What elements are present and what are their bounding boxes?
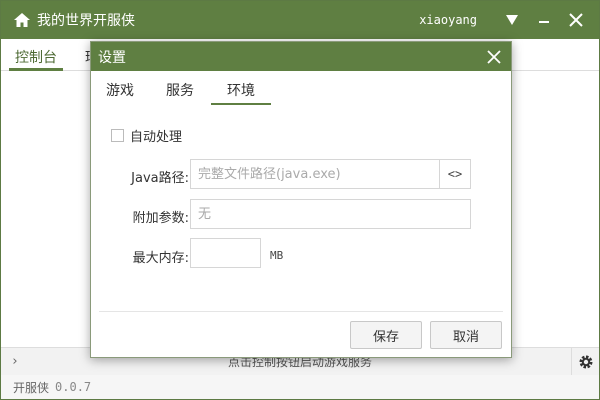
auto-process-label: 自动处理 bbox=[130, 130, 183, 145]
tab-game[interactable]: 游戏 bbox=[91, 71, 149, 105]
tab-console[interactable]: 控制台 bbox=[1, 39, 71, 71]
tab-service[interactable]: 服务 bbox=[149, 71, 211, 105]
close-icon[interactable] bbox=[483, 46, 505, 68]
max-memory-label: 最大内存: bbox=[132, 251, 189, 266]
titlebar-controls: xiaoyang bbox=[419, 1, 599, 39]
home-icon[interactable] bbox=[13, 11, 31, 29]
java-path-label: Java路径: bbox=[131, 171, 189, 186]
tab-environment[interactable]: 环境 bbox=[211, 71, 271, 105]
dialog-tabbar: 游戏 服务 环境 bbox=[91, 71, 511, 105]
save-button[interactable]: 保存 bbox=[350, 321, 422, 349]
settings-dialog: 设置 游戏 服务 环境 自动处理 Java路径: <> 附加参数: 最大内存: … bbox=[90, 41, 512, 358]
dialog-divider bbox=[99, 311, 503, 312]
cancel-button[interactable]: 取消 bbox=[430, 321, 502, 349]
version-label: 开服侠 bbox=[13, 380, 50, 395]
status-bar: 开服侠 0.0.7 bbox=[1, 375, 599, 399]
close-icon[interactable] bbox=[563, 7, 589, 33]
memory-unit-label: MB bbox=[270, 249, 284, 262]
auto-process-row: 自动处理 bbox=[111, 126, 182, 145]
extra-args-label: 附加参数: bbox=[132, 211, 189, 226]
browse-button[interactable]: <> bbox=[439, 159, 471, 189]
app-title: 我的世界开服侠 bbox=[37, 13, 135, 29]
triangle-down-icon[interactable] bbox=[499, 7, 525, 33]
java-path-input[interactable] bbox=[190, 159, 440, 189]
version-number: 0.0.7 bbox=[55, 380, 92, 394]
expand-button[interactable]: › bbox=[1, 348, 29, 376]
max-memory-input[interactable] bbox=[190, 238, 261, 268]
titlebar: 我的世界开服侠 xiaoyang bbox=[1, 1, 599, 39]
dialog-title: 设置 bbox=[98, 49, 126, 66]
auto-process-checkbox[interactable] bbox=[111, 129, 124, 142]
minimize-icon[interactable] bbox=[531, 7, 557, 33]
username: xiaoyang bbox=[419, 13, 477, 27]
dialog-titlebar: 设置 bbox=[91, 42, 511, 71]
gear-icon[interactable] bbox=[571, 347, 599, 376]
extra-args-input[interactable] bbox=[190, 199, 471, 229]
